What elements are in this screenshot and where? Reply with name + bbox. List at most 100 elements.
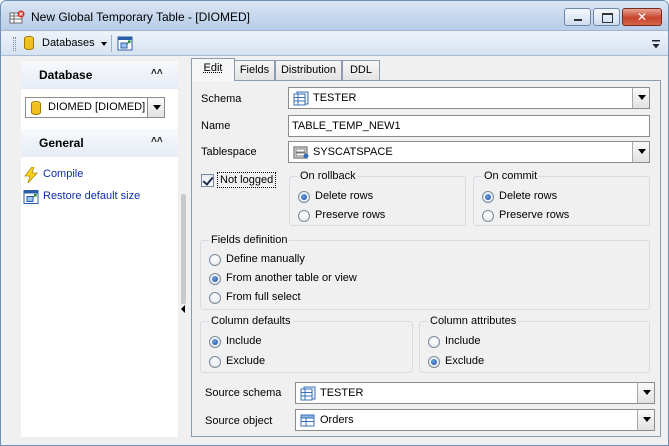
tablespace-icon — [293, 146, 309, 159]
radio-dot[interactable] — [209, 292, 221, 304]
radio-dot[interactable] — [428, 336, 440, 348]
window-title: New Global Temporary Table - [DIOMED] — [31, 10, 250, 24]
source-object-dropdown-button[interactable] — [637, 410, 654, 430]
tab-fields-label: Fields — [239, 64, 270, 76]
compile-link-label: Compile — [43, 168, 84, 180]
name-input-value: TABLE_TEMP_NEW1 — [292, 120, 401, 132]
chevron-left-icon[interactable] — [181, 305, 185, 313]
commit-delete-rows-label: Delete rows — [499, 190, 558, 202]
define-manually-label: Define manually — [226, 253, 305, 265]
source-object-select[interactable]: Orders — [295, 409, 655, 431]
chevron-down-icon[interactable] — [101, 42, 107, 46]
radio-dot[interactable] — [482, 191, 494, 203]
source-schema-value: TESTER — [320, 387, 364, 399]
radio-dot[interactable] — [482, 210, 494, 222]
tab-bar: Edit Fields Distribution DDL — [191, 58, 661, 81]
restore-size-icon[interactable] — [117, 36, 133, 51]
database-select-dropdown-button[interactable] — [147, 98, 164, 117]
from-another-table-label: From another table or view — [226, 272, 357, 284]
database-select-value: DIOMED [DIOMED] — [48, 101, 146, 113]
name-input[interactable]: TABLE_TEMP_NEW1 — [288, 115, 650, 137]
chevron-down-icon — [643, 390, 651, 395]
schema-select[interactable]: TESTER — [288, 87, 650, 109]
databases-menu-button[interactable]: Databases — [42, 37, 95, 49]
source-schema-select[interactable]: TESTER — [295, 382, 655, 404]
source-schema-dropdown-button[interactable] — [637, 383, 654, 403]
lightning-icon — [24, 167, 38, 183]
dialog-window: New Global Temporary Table - [DIOMED] ✕ … — [0, 0, 669, 446]
chevron-down-icon — [643, 417, 651, 422]
database-section-title: Database — [39, 68, 93, 82]
column-attributes-exclude-label: Exclude — [445, 355, 485, 367]
rollback-delete-rows-label: Delete rows — [315, 190, 374, 202]
collapse-icon[interactable]: ˄˄ — [151, 135, 163, 146]
radio-dot[interactable] — [209, 336, 221, 348]
tab-distribution-label: Distribution — [280, 64, 337, 76]
navigation-panel: Database ˄˄ DIOMED [DIOMED] General ˄˄ C… — [21, 61, 178, 437]
column-defaults-group: Column defaults Include Exclude — [200, 315, 413, 373]
schema-label: Schema — [201, 93, 242, 105]
column-attributes-group: Column attributes Include Exclude — [419, 315, 650, 373]
column-defaults-title: Column defaults — [209, 315, 293, 327]
on-commit-title: On commit — [482, 170, 540, 182]
commit-preserve-rows-label: Preserve rows — [499, 209, 570, 221]
tablespace-dropdown-button[interactable] — [632, 142, 649, 162]
on-commit-group: On commit Delete rows Preserve rows — [473, 170, 650, 226]
fields-definition-title: Fields definition — [209, 234, 290, 246]
edit-tab-content: Schema TESTER Name TABLE_TEMP_NEW1 Table… — [191, 80, 661, 437]
chevron-down-icon — [638, 149, 646, 154]
column-attributes-title: Column attributes — [428, 315, 519, 327]
schema-icon — [300, 386, 316, 401]
chevron-down-icon — [153, 105, 161, 110]
toolbar: Databases — [1, 32, 668, 56]
database-section-header[interactable]: Database ˄˄ — [21, 61, 178, 89]
restore-size-icon — [23, 190, 39, 204]
from-full-select-label: From full select — [226, 291, 301, 303]
toolbar-grip[interactable] — [13, 37, 16, 51]
database-icon — [31, 101, 41, 115]
radio-dot[interactable] — [428, 356, 440, 368]
not-logged-label: Not logged — [217, 172, 277, 188]
tab-edit[interactable]: Edit — [191, 58, 235, 81]
table-app-icon — [9, 10, 25, 24]
radio-dot[interactable] — [298, 191, 310, 203]
tab-edit-label: Edit — [203, 62, 223, 74]
column-attributes-include-label: Include — [445, 335, 481, 347]
radio-dot[interactable] — [298, 210, 310, 222]
close-button[interactable]: ✕ — [622, 8, 662, 26]
on-rollback-group: On rollback Delete rows Preserve rows — [289, 170, 466, 226]
radio-dot[interactable] — [209, 356, 221, 368]
tablespace-value: SYSCATSPACE — [313, 146, 393, 158]
toolbar-separator — [111, 35, 112, 52]
collapse-icon[interactable]: ˄˄ — [151, 67, 163, 78]
name-label: Name — [201, 120, 231, 132]
tab-ddl[interactable]: DDL — [342, 60, 380, 80]
tablespace-select[interactable]: SYSCATSPACE — [288, 141, 650, 163]
not-logged-checkbox-box[interactable] — [201, 174, 214, 187]
general-section-header[interactable]: General ˄˄ — [21, 129, 178, 157]
panel-splitter[interactable] — [179, 61, 187, 437]
toolbar-overflow-icon[interactable] — [652, 40, 660, 50]
radio-dot[interactable] — [209, 273, 221, 285]
schema-dropdown-button[interactable] — [632, 88, 649, 108]
restore-default-size-label: Restore default size — [43, 190, 141, 202]
database-icon — [24, 36, 34, 50]
schema-icon — [293, 91, 309, 106]
tablespace-label: Tablespace — [201, 146, 257, 158]
title-bar[interactable]: New Global Temporary Table - [DIOMED] ✕ — [1, 1, 668, 31]
rollback-preserve-rows-label: Preserve rows — [315, 209, 386, 221]
minimize-button[interactable] — [564, 8, 591, 26]
chevron-down-icon — [638, 95, 646, 100]
column-defaults-include-label: Include — [226, 335, 262, 347]
radio-dot[interactable] — [209, 254, 221, 266]
fields-definition-group: Fields definition Define manually From a… — [200, 234, 650, 310]
maximize-button[interactable] — [593, 8, 620, 26]
general-section-title: General — [39, 136, 84, 150]
splitter-grip[interactable] — [181, 194, 186, 304]
tab-fields[interactable]: Fields — [234, 60, 275, 80]
on-rollback-title: On rollback — [298, 170, 358, 182]
source-object-label: Source object — [205, 415, 273, 427]
database-select[interactable]: DIOMED [DIOMED] — [25, 97, 165, 118]
source-schema-label: Source schema — [205, 387, 282, 399]
tab-distribution[interactable]: Distribution — [275, 60, 342, 80]
